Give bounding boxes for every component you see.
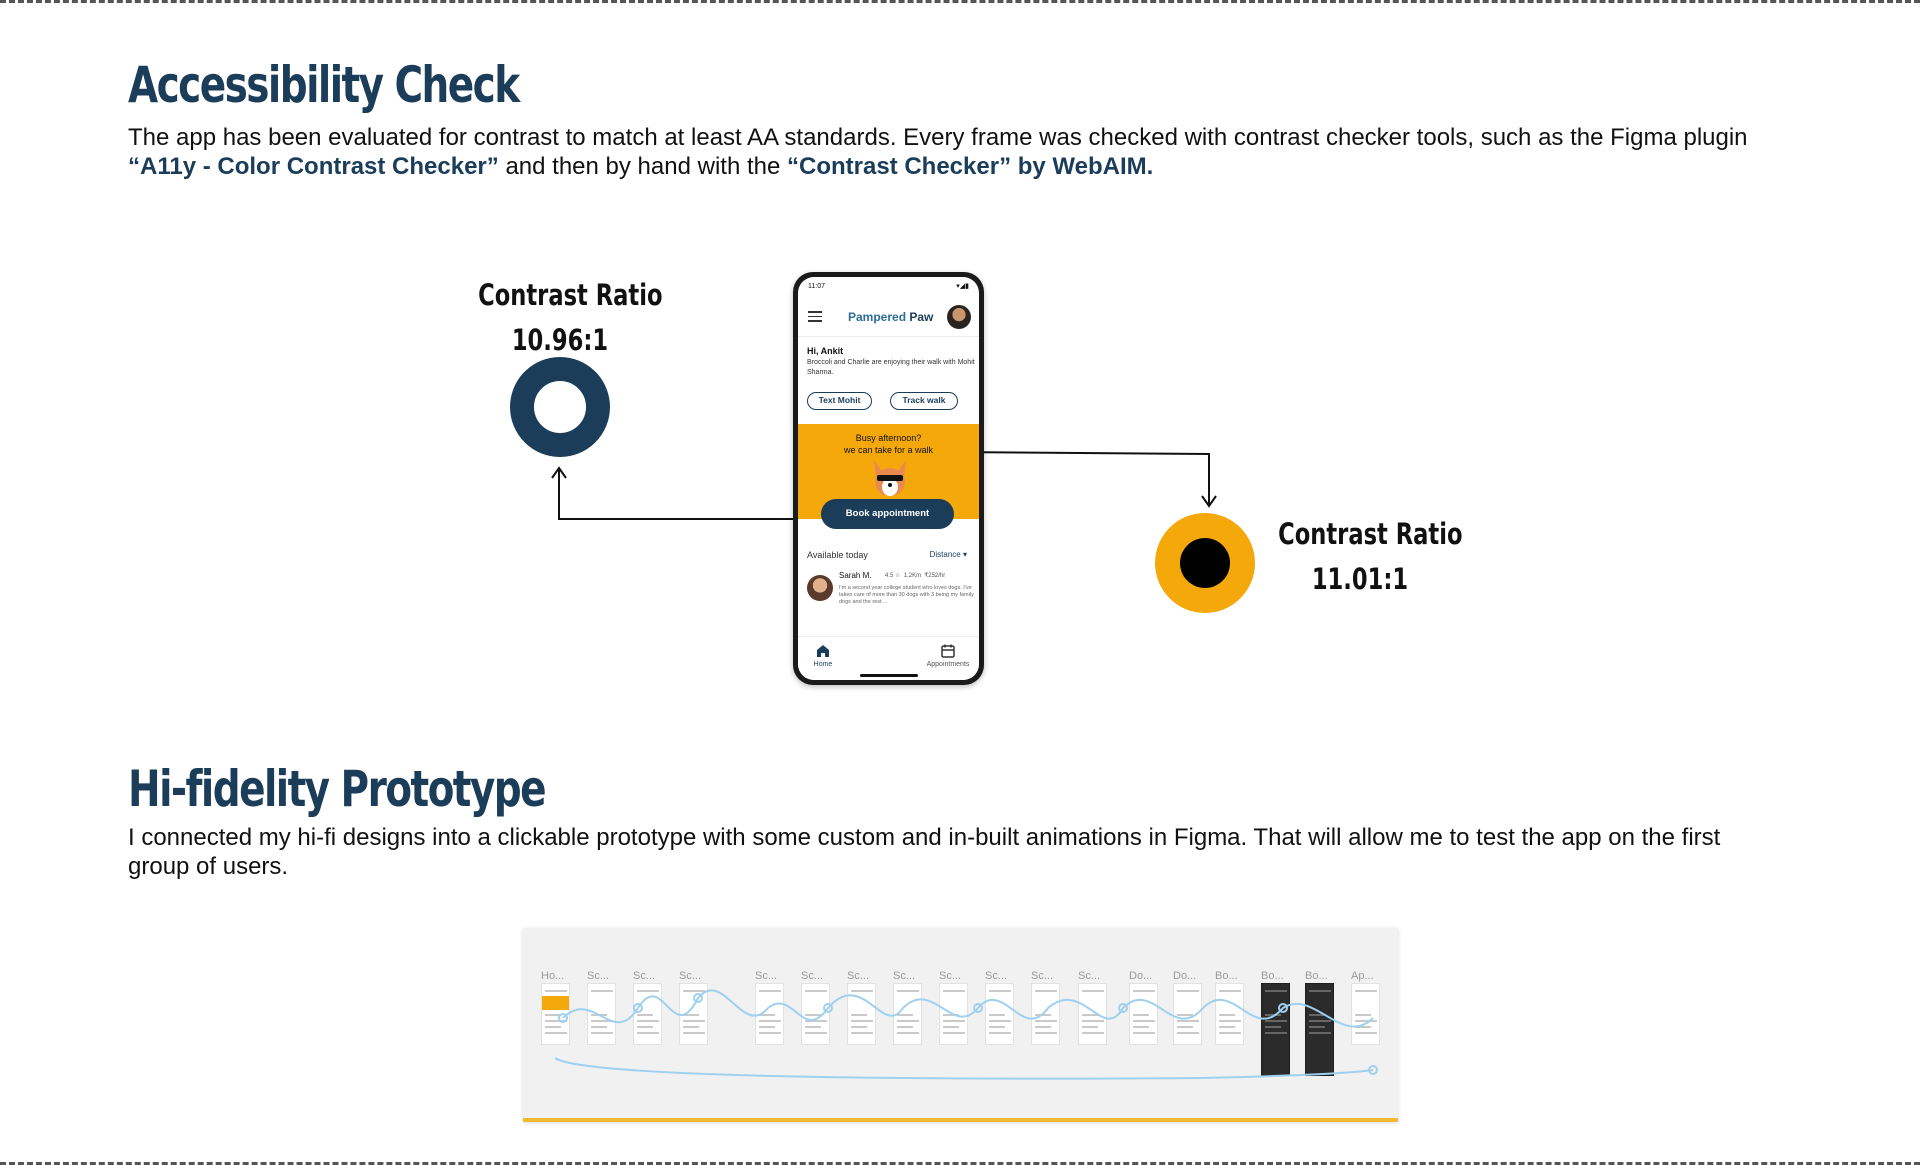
brand-word-1: Pampered [848,310,907,324]
prototype-title: Hi-fidelity Prototype [128,760,547,818]
calendar-icon [941,644,955,658]
app-header: Pampered Paw [798,299,979,337]
track-walk-button[interactable]: Track walk [890,392,958,410]
book-appointment-button[interactable]: Book appointment [821,499,954,529]
sort-value: Distance [929,550,961,559]
walk-status-text: Broccoli and Charlie are enjoying their … [807,359,975,376]
walker-name: Sarah M. [839,571,872,580]
nav-home-label: Home [813,661,833,668]
app-brand: Pampered Paw [848,310,933,324]
user-avatar[interactable] [947,305,971,329]
text-mohit-button[interactable]: Text Mohit [807,392,872,410]
walker-description: I'm a second year college student who lo… [839,585,974,605]
banner-text: Busy afternoon? we can take for a walk [798,432,979,456]
available-today-label: Available today [807,550,868,560]
walker-meta: 4.5 ☆ 1.2Km ₹252/hr [885,572,945,579]
nav-appointments[interactable]: Appointments [923,643,973,668]
walker-rating: 4.5 ☆ [885,573,901,579]
prototype-connection-lines [554,989,1378,1080]
phone-screen: 11:07 ▾◢▮ Pampered Paw Hi, Ankit Broccol… [798,277,979,680]
corgi-illustration-icon [874,460,906,496]
bottom-navigation: Home Appointments [798,636,979,680]
status-time: 11:07 [808,283,825,290]
sort-dropdown[interactable]: Distance ▾ [930,550,967,559]
chevron-down-icon: ▾ [962,550,967,559]
home-icon [817,645,829,657]
hamburger-menu-icon[interactable] [808,311,822,325]
promo-banner: Busy afternoon? we can take for a walk B… [798,424,979,529]
walker-distance: 1.2Km [903,573,922,579]
status-icons: ▾◢▮ [956,283,969,290]
brand-word-2: Paw [906,310,934,324]
phone-mockup: 11:07 ▾◢▮ Pampered Paw Hi, Ankit Broccol… [793,272,984,685]
walker-avatar [807,575,833,601]
walker-card[interactable]: Sarah M. 4.5 ☆ 1.2Km ₹252/hr I'm a secon… [807,569,979,611]
greeting: Hi, Ankit [807,346,844,356]
prototype-description: I connected my hi-fi designs into a clic… [128,824,1721,880]
banner-line-2: we can take for a walk [843,445,934,455]
gesture-bar [860,674,918,677]
prototype-flow-board: Ho... Sc... Sc... Sc... Sc... Sc... Sc... Sc...… [523,928,1398,1122]
nav-home[interactable]: Home [808,643,838,668]
banner-line-1: Busy afternoon? [855,433,922,443]
nav-appointments-label: Appointments [926,661,970,668]
walker-price: ₹252/hr [924,573,946,579]
